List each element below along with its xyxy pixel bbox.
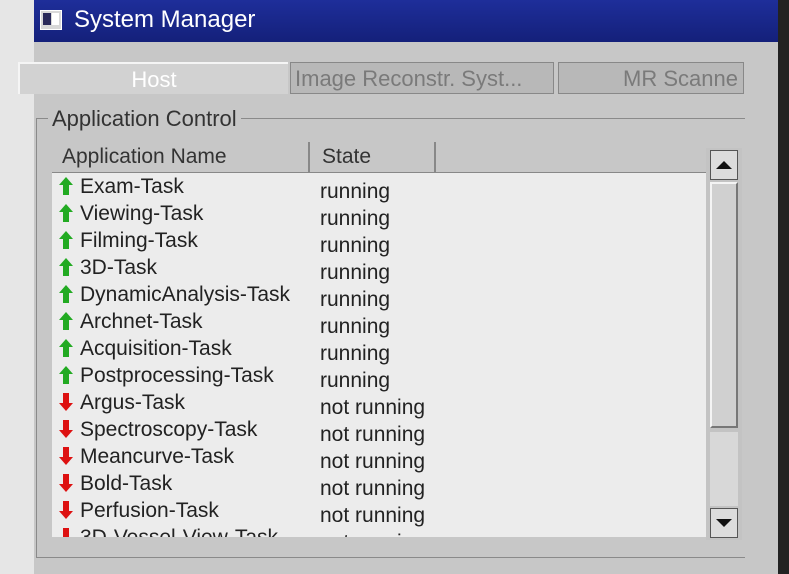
application-control-label: Application Control [48,106,241,132]
application-name: Argus-Task [80,391,186,414]
column-header-application-name[interactable]: Application Name [52,142,310,172]
list-header: Application Name State [52,142,724,173]
application-name: Exam-Task [80,175,184,198]
list-item[interactable]: Argus-Task not running [52,389,706,419]
scroll-up-button[interactable] [710,150,738,180]
arrow-down-icon [59,474,73,492]
arrow-up-icon [59,204,73,222]
window-title: System Manager [74,6,256,33]
arrow-up-icon [59,231,73,249]
scroll-down-button[interactable] [710,508,738,538]
vertical-scrollbar[interactable] [706,148,742,540]
application-name: Postprocessing-Task [80,364,274,387]
arrow-up-icon [59,285,73,303]
application-state: not running [320,529,425,537]
list-item[interactable]: Archnet-Task running [52,308,706,338]
application-list[interactable]: Exam-Task running Viewing-Task running Filmi… [52,173,706,537]
list-item[interactable]: DynamicAnalysis-Task running [52,281,706,311]
list-item[interactable]: 3D-Vessel-View-Task not running [52,524,706,537]
list-item[interactable]: Acquisition-Task running [52,335,706,365]
application-name: Viewing-Task [80,202,204,225]
column-header-state[interactable]: State [312,142,436,172]
application-name: Filming-Task [80,229,198,252]
application-name: Bold-Task [80,472,173,495]
application-name: 3D-Vessel-View-Task [80,524,278,537]
arrow-down-icon [63,528,69,537]
application-name: Archnet-Task [80,310,203,333]
tab-host[interactable]: Host [18,62,288,94]
screen-bezel-right [778,0,789,574]
arrow-down-icon [59,501,73,519]
arrow-up-icon [59,258,73,276]
list-item[interactable]: Meancurve-Task not running [52,443,706,473]
list-item[interactable]: Exam-Task running [52,173,706,203]
list-item[interactable]: 3D-Task running [52,254,706,284]
list-item[interactable]: Perfusion-Task not running [52,497,706,527]
arrow-up-icon [59,366,73,384]
list-item[interactable]: Viewing-Task running [52,200,706,230]
arrow-up-icon [59,312,73,330]
arrow-down-icon [59,447,73,465]
arrow-down-icon [59,420,73,438]
title-bar[interactable]: System Manager [34,0,778,42]
application-name: Acquisition-Task [80,337,232,360]
list-item[interactable]: Spectroscopy-Task not running [52,416,706,446]
application-name: Perfusion-Task [80,499,219,522]
tab-mr-scanner[interactable]: MR Scanne [558,62,744,94]
window-icon [40,10,62,30]
application-name: Spectroscopy-Task [80,418,258,441]
tab-image-reconstr-syst[interactable]: Image Reconstr. Syst... [290,62,554,94]
list-item[interactable]: Bold-Task not running [52,470,706,500]
list-item[interactable]: Filming-Task running [52,227,706,257]
application-name: Meancurve-Task [80,445,235,468]
arrow-up-icon [59,177,73,195]
list-item[interactable]: Postprocessing-Task running [52,362,706,392]
arrow-down-icon [59,393,73,411]
scroll-thumb[interactable] [710,182,738,428]
arrow-up-icon [59,339,73,357]
scroll-track[interactable] [710,432,738,506]
triangle-down-icon [716,519,732,527]
triangle-up-icon [716,161,732,169]
application-name: DynamicAnalysis-Task [80,283,291,306]
application-name: 3D-Task [80,256,158,279]
